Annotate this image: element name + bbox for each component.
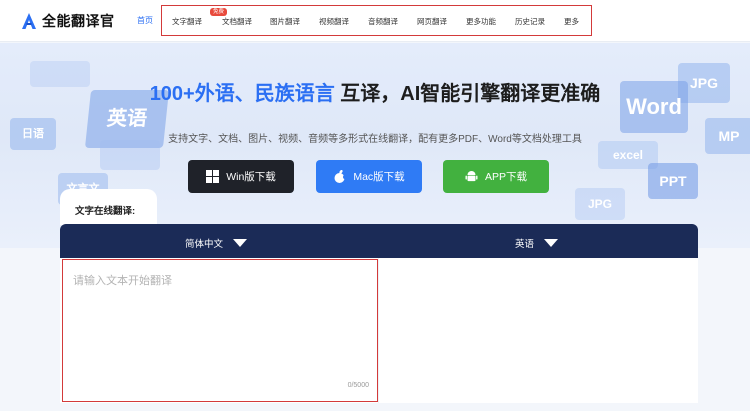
panel-divider	[378, 258, 379, 403]
nav-item-web-translate[interactable]: 网页翻译	[417, 16, 447, 27]
hero-subtitle: 支持文字、文档、图片、视频、音频等多形式在线翻译，配有更多PDF、Word等文档…	[168, 134, 582, 145]
input-placeholder: 请输入文本开始翻译	[73, 275, 172, 287]
windows-download-label: Win版下载	[226, 171, 276, 183]
text-translate-tab-label: 文字在线翻译:	[75, 206, 136, 217]
main-nav: 文字翻译 免费 文档翻译 图片翻译 视频翻译 音频翻译 网页翻译 更多功能 历史…	[161, 5, 592, 36]
android-icon	[465, 171, 478, 182]
nav-item-video-translate[interactable]: 视频翻译	[319, 16, 349, 27]
language-bar: 简体中文 英语	[60, 224, 698, 258]
windows-download-button[interactable]: Win版下载	[188, 160, 294, 193]
decor-tile-jpg-2: JPG	[575, 188, 625, 220]
hero-title: 100+外语、民族语言 互译，AI智能引擎翻译更准确	[0, 77, 750, 106]
nav-item-more-features[interactable]: 更多功能	[466, 16, 496, 27]
app-logo[interactable]: 全能翻译官	[22, 11, 115, 31]
logo-icon	[22, 13, 36, 29]
source-language-label: 简体中文	[185, 239, 224, 250]
nav-item-audio-translate[interactable]: 音频翻译	[368, 16, 398, 27]
mac-download-label: Mac版下载	[353, 171, 405, 183]
source-language-select[interactable]: 简体中文	[185, 236, 248, 250]
free-badge: 免费	[210, 8, 228, 16]
app-download-button[interactable]: APP下载	[443, 160, 549, 193]
chevron-down-icon	[544, 239, 559, 247]
top-header: 全能翻译官 首页 文字翻译 免费 文档翻译 图片翻译 视频翻译 音频翻译 网页翻…	[0, 0, 750, 42]
target-language-select[interactable]: 英语	[515, 236, 559, 250]
app-name: 全能翻译官	[42, 13, 115, 29]
mac-download-button[interactable]: Mac版下载	[316, 160, 422, 193]
nav-item-label: 文字翻译	[172, 17, 202, 26]
apple-icon	[334, 170, 347, 183]
nav-item-image-translate[interactable]: 图片翻译	[270, 16, 300, 27]
hero-title-highlight: 100+外语、民族语言	[149, 83, 335, 105]
chevron-down-icon	[233, 239, 248, 247]
nav-item-doc-translate[interactable]: 文档翻译	[222, 16, 252, 27]
nav-item-history[interactable]: 历史记录	[515, 16, 545, 27]
app-download-label: APP下载	[484, 171, 527, 183]
char-counter: 0/5000	[347, 382, 369, 389]
windows-icon	[206, 170, 220, 183]
nav-home[interactable]: 首页	[137, 15, 153, 26]
source-text-input[interactable]: 请输入文本开始翻译 0/5000	[62, 259, 378, 402]
nav-item-text-translate[interactable]: 文字翻译 免费	[172, 8, 228, 27]
hero-title-rest: 互译，AI智能引擎翻译更准确	[334, 83, 601, 105]
decor-tile-ppt: PPT	[648, 163, 698, 199]
target-language-label: 英语	[515, 239, 535, 250]
nav-item-more[interactable]: 更多	[564, 16, 579, 27]
